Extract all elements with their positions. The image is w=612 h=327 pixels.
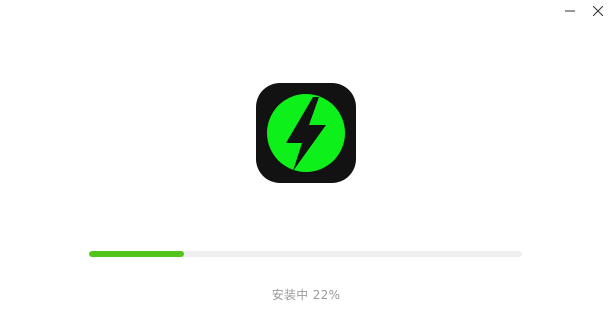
lightning-bolt-icon bbox=[267, 94, 345, 172]
install-status: 安装中 22% bbox=[0, 286, 612, 303]
close-icon bbox=[593, 6, 603, 16]
window-controls bbox=[556, 0, 612, 22]
status-label: 安装中 bbox=[271, 288, 309, 302]
progress-bar bbox=[89, 251, 522, 257]
minimize-button[interactable] bbox=[556, 0, 584, 22]
app-icon bbox=[256, 83, 356, 183]
minimize-icon bbox=[565, 10, 575, 12]
status-percent: 22% bbox=[312, 288, 341, 302]
progress-fill bbox=[89, 251, 185, 257]
close-button[interactable] bbox=[584, 0, 612, 22]
